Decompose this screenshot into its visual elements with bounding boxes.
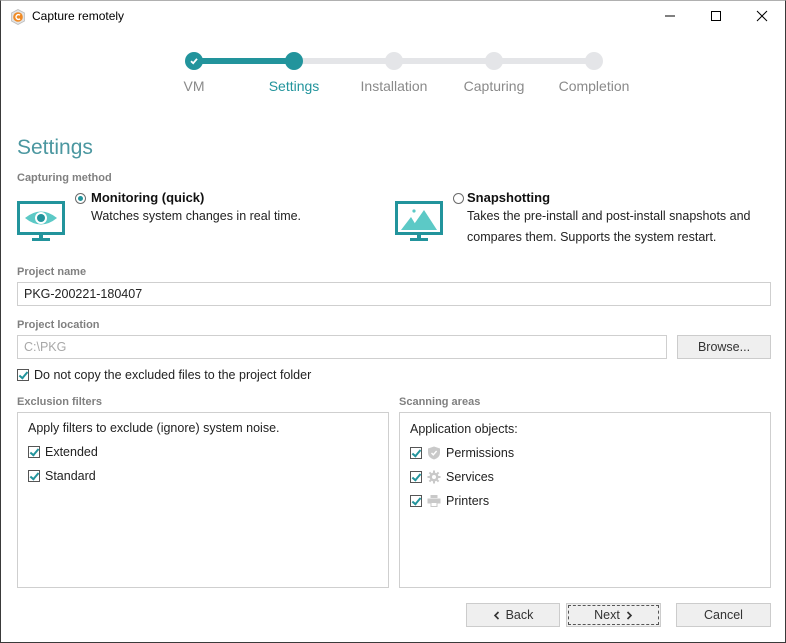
step-dot-capturing	[485, 52, 503, 70]
minimize-button[interactable]	[647, 1, 693, 31]
monitor-image-icon	[395, 201, 443, 248]
snapshotting-option-description: Takes the pre-install and post-install s…	[467, 209, 751, 244]
monitoring-option-name: Monitoring (quick)	[91, 190, 205, 205]
method-snapshotting[interactable]: Snapshotting Takes the pre-install and p…	[395, 189, 775, 249]
filter-extended-row[interactable]: Extended	[28, 445, 98, 459]
no-copy-excluded-checkbox[interactable]	[17, 369, 29, 381]
project-location-label: Project location	[17, 319, 100, 331]
exclusion-filters-panel: Apply filters to exclude (ignore) system…	[17, 412, 389, 588]
chevron-left-icon	[493, 610, 499, 620]
next-button-label: Next	[594, 608, 620, 622]
title-bar: Capture remotely	[1, 1, 785, 33]
shield-icon	[427, 446, 441, 460]
step-label-capturing: Capturing	[463, 78, 525, 94]
step-connector-pending	[294, 58, 594, 64]
step-label-completion: Completion	[558, 78, 630, 94]
area-services-checkbox[interactable]	[410, 471, 422, 483]
area-printers-label: Printers	[446, 494, 490, 508]
step-label-vm: VM	[183, 78, 205, 94]
step-label-settings: Settings	[268, 78, 320, 94]
monitor-eye-icon	[17, 201, 65, 248]
gear-icon	[427, 470, 441, 484]
step-dot-vm	[185, 52, 203, 70]
browse-button[interactable]: Browse...	[677, 335, 771, 359]
exclusion-filters-label: Exclusion filters	[17, 396, 102, 408]
area-permissions-label: Permissions	[446, 446, 515, 460]
scanning-areas-label: Scanning areas	[399, 396, 481, 408]
project-name-input[interactable]: PKG-200221-180407	[17, 282, 771, 306]
project-name-label: Project name	[17, 266, 87, 278]
maximize-icon	[711, 11, 721, 21]
filter-standard-row[interactable]: Standard	[28, 469, 96, 483]
close-icon	[756, 10, 768, 22]
chevron-right-icon	[626, 610, 632, 620]
back-button[interactable]: Back	[466, 603, 560, 627]
filter-standard-checkbox[interactable]	[28, 470, 40, 482]
filter-standard-label: Standard	[45, 469, 96, 483]
capture-remotely-window: Capture remotely VM Settings Installatio…	[0, 0, 786, 643]
step-dot-completion	[585, 52, 603, 70]
back-button-label: Back	[505, 608, 534, 622]
capturing-method-label: Capturing method	[17, 172, 112, 184]
app-logo-icon	[10, 9, 26, 25]
area-printers-row[interactable]: Printers	[410, 494, 489, 508]
step-dot-settings	[285, 52, 303, 70]
monitoring-radio[interactable]	[75, 193, 86, 204]
checkmark-icon	[190, 58, 198, 65]
minimize-icon	[665, 15, 675, 17]
no-copy-excluded-checkbox-row[interactable]: Do not copy the excluded files to the pr…	[17, 368, 311, 382]
step-label-installation: Installation	[360, 78, 428, 94]
area-permissions-checkbox[interactable]	[410, 447, 422, 459]
area-services-label: Services	[446, 470, 494, 484]
printer-icon	[427, 494, 441, 508]
no-copy-excluded-label: Do not copy the excluded files to the pr…	[34, 368, 312, 382]
monitoring-option-description: Watches system changes in real time.	[91, 209, 302, 223]
snapshotting-option-name: Snapshotting	[467, 190, 551, 205]
area-services-row[interactable]: Services	[410, 470, 494, 484]
page-title: Settings	[17, 136, 93, 159]
filter-extended-label: Extended	[45, 445, 98, 459]
maximize-button[interactable]	[693, 1, 739, 31]
exclusion-filters-intro: Apply filters to exclude (ignore) system…	[28, 421, 280, 435]
method-monitoring[interactable]: Monitoring (quick) Watches system change…	[17, 189, 377, 249]
cancel-button[interactable]: Cancel	[676, 603, 771, 627]
snapshotting-radio[interactable]	[453, 193, 464, 204]
area-printers-checkbox[interactable]	[410, 495, 422, 507]
scanning-areas-panel: Application objects: Permissions Service…	[399, 412, 771, 588]
close-button[interactable]	[739, 1, 785, 31]
project-location-input[interactable]: C:\PKG	[17, 335, 667, 359]
area-permissions-row[interactable]: Permissions	[410, 446, 514, 460]
next-button[interactable]: Next	[566, 603, 661, 627]
window-title: Capture remotely	[32, 9, 125, 23]
filter-extended-checkbox[interactable]	[28, 446, 40, 458]
scanning-areas-intro: Application objects:	[410, 422, 518, 436]
step-connector-done	[194, 58, 294, 64]
step-dot-installation	[385, 52, 403, 70]
wizard-stepper: VM Settings Installation Capturing Compl…	[1, 48, 786, 98]
